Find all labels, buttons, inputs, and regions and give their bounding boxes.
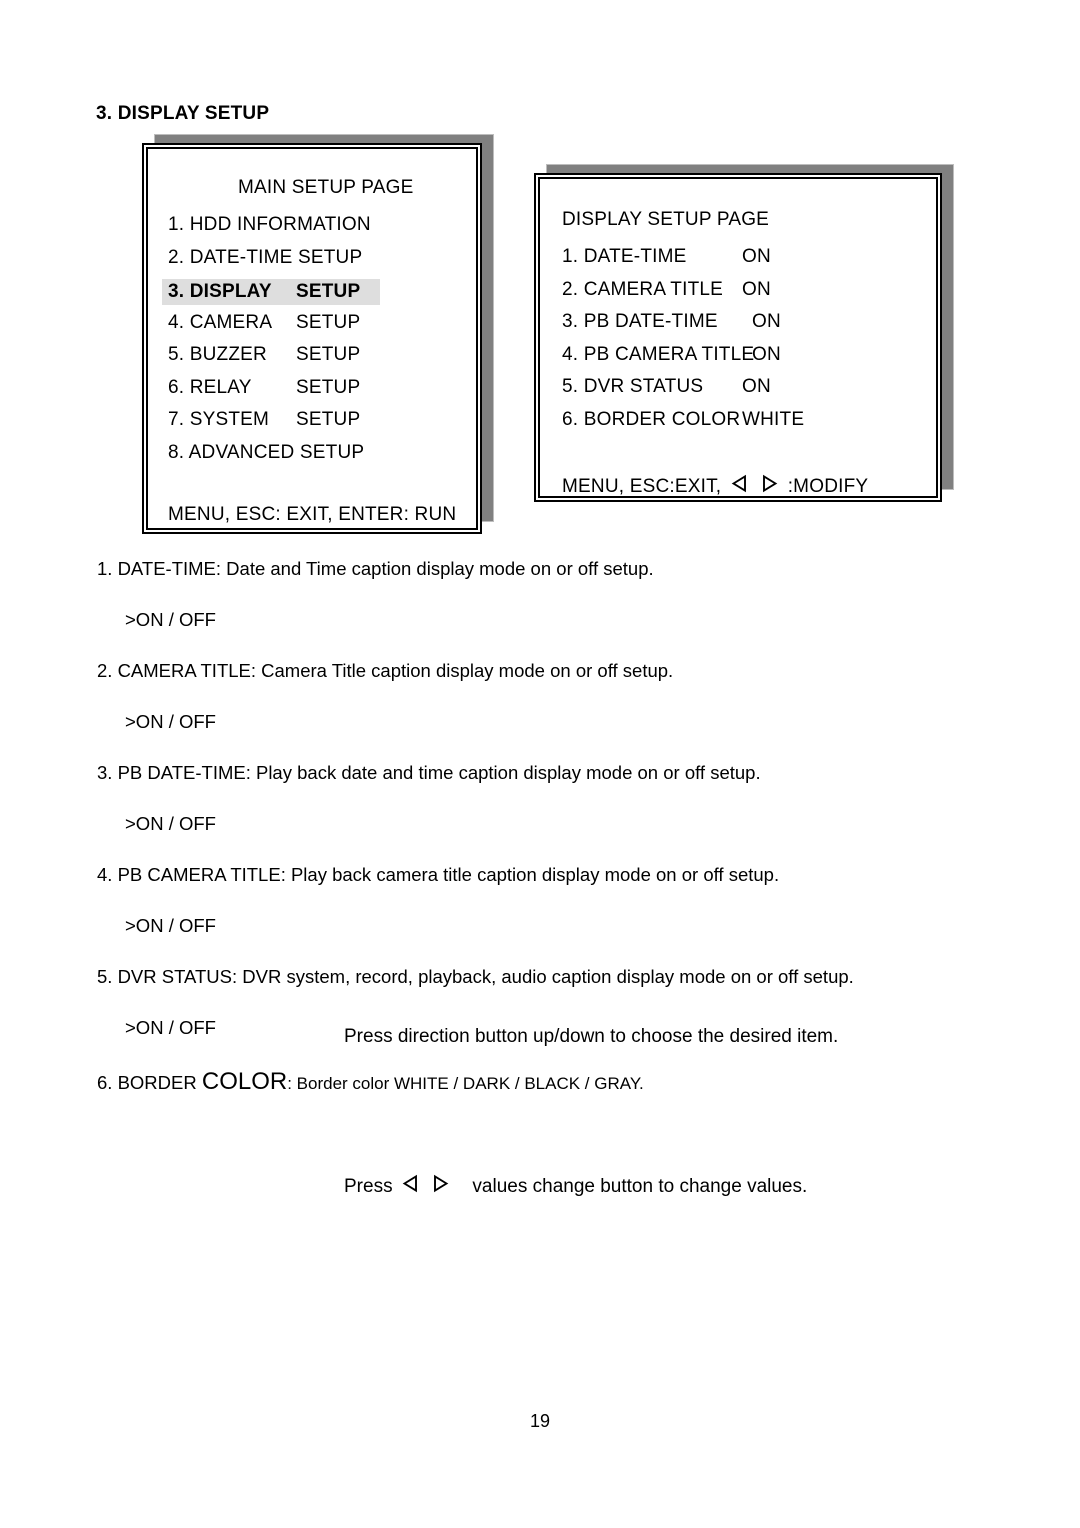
main-setup-item-8[interactable]: 8. ADVANCED SETUP <box>168 442 364 464</box>
arrow-left-icon <box>730 474 749 493</box>
main-setup-title: MAIN SETUP PAGE <box>238 177 414 198</box>
note-direction-button: Press direction button up/down to choose… <box>344 1026 839 1047</box>
display-setup-item-value[interactable]: ON <box>752 311 781 333</box>
panel-frame-outer: DISPLAY SETUP PAGE 1. DATE-TIME ON 2. CAME… <box>534 173 942 502</box>
display-setup-item-value[interactable]: ON <box>742 246 771 268</box>
main-setup-item-suffix: SETUP <box>296 409 361 430</box>
description-options-3: >ON / OFF <box>125 812 216 834</box>
border-color-suffix: : Border color WHITE / DARK / BLACK / GR… <box>287 1074 644 1093</box>
main-setup-item-4[interactable]: 4. CAMERA SETUP <box>168 311 360 334</box>
display-setup-title: DISPLAY SETUP PAGE <box>562 209 770 230</box>
main-setup-item-label: 3. DISPLAY <box>168 281 272 302</box>
display-setup-item-label: 4. PB CAMERA TITLE <box>562 343 755 365</box>
note-values-change: Press values change button to change val… <box>344 1174 807 1198</box>
main-setup-item-label: 6. RELAY <box>168 376 252 398</box>
display-setup-item-value[interactable]: ON <box>742 376 771 398</box>
border-color-prefix: 6. BORDER <box>97 1072 202 1093</box>
description-item-4: 4. PB CAMERA TITLE: Play back camera tit… <box>97 864 780 885</box>
arrow-right-icon <box>431 1174 450 1193</box>
main-setup-item-6[interactable]: 6. RELAY SETUP <box>168 376 360 399</box>
panel-frame-inner: DISPLAY SETUP PAGE 1. DATE-TIME ON 2. CAME… <box>538 177 938 498</box>
description-options-1: >ON / OFF <box>125 608 216 630</box>
display-setup-item-6[interactable]: 6. BORDER COLOR WHITE <box>562 408 804 431</box>
display-setup-item-5[interactable]: 5. DVR STATUS ON <box>562 376 771 398</box>
note-values-prefix: Press <box>344 1176 393 1197</box>
description-options-2: >ON / OFF <box>125 710 216 732</box>
main-setup-item-suffix: SETUP <box>296 311 361 333</box>
main-setup-item-7[interactable]: 7. SYSTEM SETUP <box>168 409 360 431</box>
main-setup-item-1[interactable]: 1. HDD INFORMATION <box>168 214 371 236</box>
main-setup-item-suffix: SETUP <box>296 281 361 302</box>
description-item-5: 5. DVR STATUS: DVR system, record, playb… <box>97 966 854 987</box>
display-setup-osd-panel: DISPLAY SETUP PAGE 1. DATE-TIME ON 2. CAME… <box>534 164 954 502</box>
display-setup-item-label: 3. PB DATE-TIME <box>562 311 718 332</box>
display-setup-body: DISPLAY SETUP PAGE 1. DATE-TIME ON 2. CAME… <box>540 179 936 496</box>
arrow-left-icon <box>401 1174 420 1193</box>
main-setup-footer: MENU, ESC: EXIT, ENTER: RUN <box>168 504 457 525</box>
main-setup-item-suffix: SETUP <box>296 376 361 398</box>
description-list: 1. DATE-TIME: Date and Time caption disp… <box>97 558 997 1094</box>
display-setup-item-3[interactable]: 3. PB DATE-TIME ON <box>562 311 781 333</box>
description-options-4: >ON / OFF <box>125 914 216 936</box>
main-setup-item-label: 2. DATE-TIME SETUP <box>168 246 363 268</box>
main-setup-item-label: 8. ADVANCED SETUP <box>168 441 365 463</box>
display-setup-footer-prefix: MENU, ESC:EXIT, <box>562 476 722 497</box>
manual-page: 3. DISPLAY SETUP MAIN SETUP PAGE 1. HDD … <box>0 0 1080 1528</box>
note-values-suffix: values change button to change values. <box>472 1176 808 1197</box>
display-setup-item-label: 6. BORDER COLOR <box>562 408 741 430</box>
display-setup-item-label: 1. DATE-TIME <box>562 246 687 267</box>
main-setup-item-5[interactable]: 5. BUZZER SETUP <box>168 344 360 366</box>
main-setup-item-2[interactable]: 2. DATE-TIME SETUP <box>168 247 362 269</box>
page-title: 3. DISPLAY SETUP <box>96 103 270 124</box>
main-setup-item-label: 5. BUZZER <box>168 344 267 365</box>
display-setup-item-label: 2. CAMERA TITLE <box>562 278 724 300</box>
display-setup-item-value[interactable]: ON <box>752 344 781 366</box>
panel-frame-inner: MAIN SETUP PAGE 1. HDD INFORMATION 2. DAT… <box>146 147 478 530</box>
main-setup-item-3[interactable]: 3. DISPLAY SETUP <box>162 279 380 305</box>
main-setup-item-label: 1. HDD INFORMATION <box>168 214 371 235</box>
panel-frame-outer: MAIN SETUP PAGE 1. HDD INFORMATION 2. DAT… <box>142 143 482 534</box>
description-item-3: 3. PB DATE-TIME: Play back date and time… <box>97 762 761 783</box>
description-item-6: 6. BORDER COLOR: Border color WHITE / DA… <box>97 1070 997 1094</box>
border-color-emphasis: COLOR <box>201 1068 288 1095</box>
page-number: 19 <box>529 1411 551 1431</box>
main-setup-item-label: 7. SYSTEM <box>168 409 270 430</box>
display-setup-item-1[interactable]: 1. DATE-TIME ON <box>562 246 771 268</box>
description-item-2: 2. CAMERA TITLE: Camera Title caption di… <box>97 660 674 681</box>
display-setup-item-4[interactable]: 4. PB CAMERA TITLE ON <box>562 343 781 366</box>
description-item-1: 1. DATE-TIME: Date and Time caption disp… <box>97 558 654 579</box>
main-setup-item-suffix: SETUP <box>296 344 361 365</box>
display-setup-item-label: 5. DVR STATUS <box>562 376 704 397</box>
display-setup-item-value[interactable]: ON <box>742 279 771 301</box>
display-setup-footer-suffix: :MODIFY <box>787 476 869 497</box>
main-setup-body: MAIN SETUP PAGE 1. HDD INFORMATION 2. DAT… <box>148 149 476 528</box>
main-setup-osd-panel: MAIN SETUP PAGE 1. HDD INFORMATION 2. DAT… <box>142 134 494 534</box>
main-setup-item-label: 4. CAMERA <box>168 311 273 333</box>
display-setup-item-value[interactable]: WHITE <box>742 409 804 431</box>
arrow-right-icon <box>760 474 779 493</box>
display-setup-item-2[interactable]: 2. CAMERA TITLE ON <box>562 278 771 301</box>
display-setup-footer: MENU, ESC:EXIT, :MODIFY <box>562 474 869 497</box>
